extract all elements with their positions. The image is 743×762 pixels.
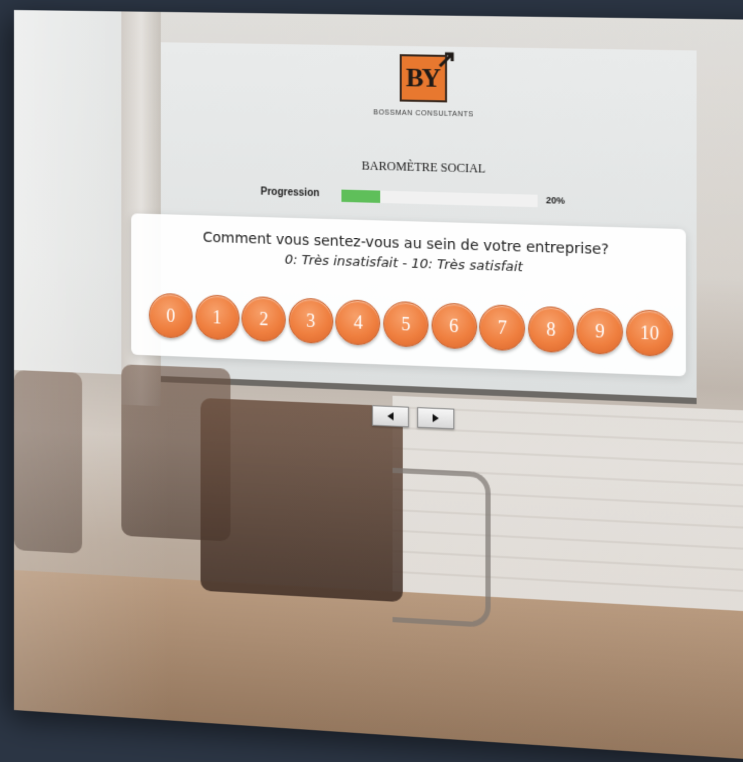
rating-option-2[interactable]: 2 xyxy=(242,296,286,342)
navigation xyxy=(372,405,454,429)
rating-option-7[interactable]: 7 xyxy=(479,304,525,351)
rating-option-8[interactable]: 8 xyxy=(528,306,574,353)
triangle-left-icon xyxy=(385,411,395,422)
rating-option-4[interactable]: 4 xyxy=(336,299,381,346)
progress-percent: 20% xyxy=(546,195,565,206)
chair-armrest xyxy=(393,468,491,628)
progress-bar xyxy=(341,190,537,208)
scene: BY BOSSMAN CONSULTANTS BAROMÈTRE SOCIAL … xyxy=(0,0,743,711)
progress-label: Progression xyxy=(261,186,320,199)
brand-logo: BY xyxy=(400,54,447,102)
rating-option-9[interactable]: 9 xyxy=(577,307,624,355)
previous-button[interactable] xyxy=(372,405,409,427)
background-chair xyxy=(201,398,403,602)
survey-screen: BY BOSSMAN CONSULTANTS BAROMÈTRE SOCIAL … xyxy=(14,10,743,762)
rating-option-5[interactable]: 5 xyxy=(383,301,428,348)
brand-block: BY BOSSMAN CONSULTANTS xyxy=(362,54,486,119)
triangle-right-icon xyxy=(431,413,441,424)
rating-option-1[interactable]: 1 xyxy=(195,294,239,340)
next-button[interactable] xyxy=(417,407,454,429)
arrow-up-right-icon xyxy=(437,51,456,70)
logo-lettering: BY xyxy=(406,60,439,96)
rating-option-10[interactable]: 10 xyxy=(626,309,673,357)
rating-option-3[interactable]: 3 xyxy=(289,297,334,344)
glass-glare xyxy=(14,10,171,741)
question-card: Comment vous sentez-vous au sein de votr… xyxy=(131,213,686,376)
rating-scale: 012345678910 xyxy=(149,293,673,357)
progress-fill xyxy=(341,190,380,203)
rating-option-6[interactable]: 6 xyxy=(431,302,477,349)
